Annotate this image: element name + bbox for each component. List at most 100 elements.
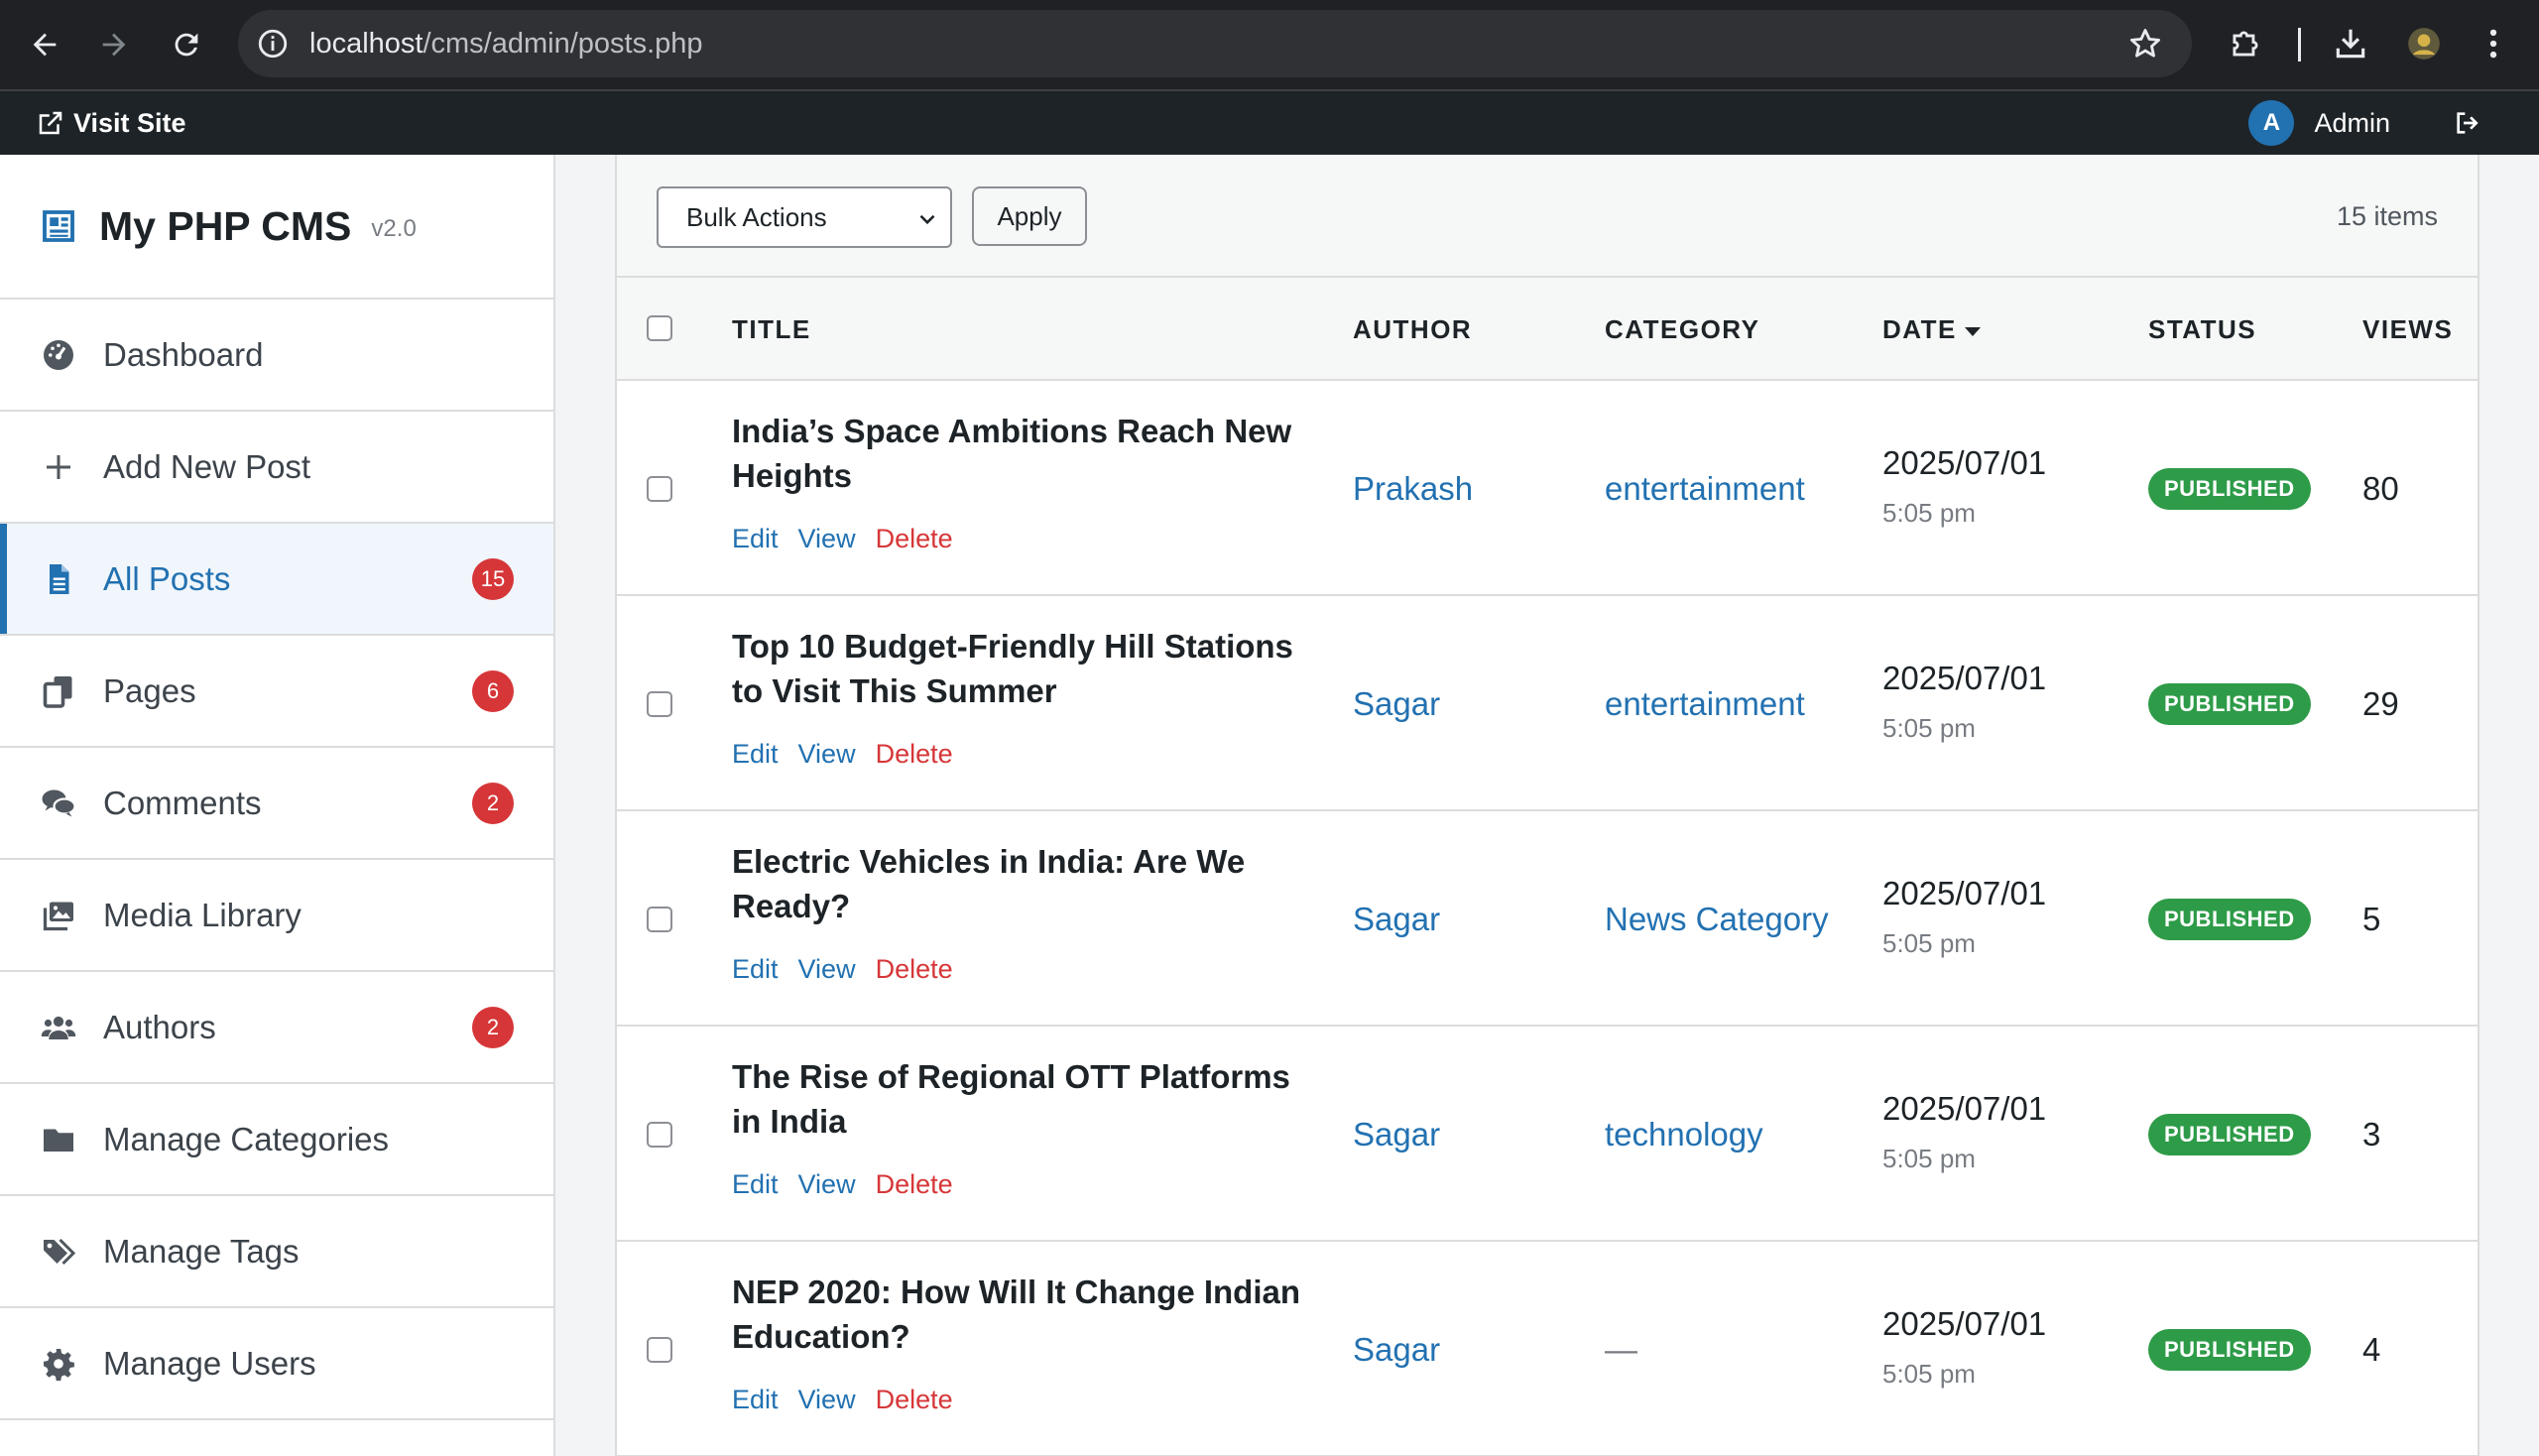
avatar: A [2248, 100, 2295, 146]
category-link[interactable]: technology [1605, 1027, 1833, 1242]
admin-user-name: Admin [2314, 107, 2390, 138]
sidebar-item-label: Pages [103, 671, 196, 709]
back-button[interactable] [22, 22, 67, 67]
author-link[interactable]: Prakash [1353, 381, 1473, 596]
back-arrow-icon [33, 33, 57, 57]
edit-link[interactable]: Edit [732, 954, 779, 985]
author-link[interactable]: Sagar [1353, 596, 1440, 811]
download-icon [2336, 29, 2365, 59]
delete-link[interactable]: Delete [876, 1169, 953, 1200]
row-checkbox[interactable] [647, 691, 672, 717]
post-title-link[interactable]: NEP 2020: How Will It Change Indian Educ… [732, 1270, 1327, 1359]
category-link[interactable]: entertainment [1605, 381, 1833, 596]
toolbar-divider [2298, 28, 2301, 61]
chevron-down-icon [919, 214, 935, 225]
sidebar-item-manage-tags[interactable]: Manage Tags [0, 1196, 553, 1308]
row-checkbox[interactable] [647, 907, 672, 932]
sidebar-item-dashboard[interactable]: Dashboard [0, 300, 553, 412]
dashboard-icon [40, 336, 77, 374]
row-actions: Edit View Delete [732, 524, 953, 554]
browser-menu-button[interactable] [2470, 20, 2517, 67]
edit-link[interactable]: Edit [732, 524, 779, 554]
apply-button[interactable]: Apply [972, 186, 1087, 246]
post-time: 5:05 pm [1882, 1144, 1976, 1173]
document-icon [40, 560, 77, 598]
profile-button[interactable] [2400, 20, 2448, 67]
sidebar-item-all-posts[interactable]: All Posts 15 [0, 524, 553, 636]
post-title-link[interactable]: Top 10 Budget-Friendly Hill Stations to … [732, 624, 1327, 713]
column-status[interactable]: STATUS [2148, 278, 2256, 381]
row-actions: Edit View Delete [732, 1385, 953, 1415]
sidebar-item-label: Manage Users [103, 1344, 316, 1382]
column-views[interactable]: VIEWS [2362, 278, 2453, 381]
table-row: NEP 2020: How Will It Change Indian Educ… [617, 1242, 2478, 1456]
delete-link[interactable]: Delete [876, 524, 953, 554]
sidebar-item-add-new-post[interactable]: Add New Post [0, 412, 553, 524]
author-link[interactable]: Sagar [1353, 1242, 1440, 1456]
post-date: 2025/07/01 [1882, 444, 2047, 481]
views-count: 29 [2362, 684, 2399, 722]
forward-arrow-icon [102, 33, 126, 57]
column-title[interactable]: TITLE [732, 278, 811, 381]
status-badge: PUBLISHED [2148, 1329, 2311, 1371]
gear-icon [40, 1345, 77, 1383]
select-all-checkbox[interactable] [647, 315, 672, 341]
post-title-link[interactable]: The Rise of Regional OTT Platforms in In… [732, 1054, 1327, 1144]
delete-link[interactable]: Delete [876, 1385, 953, 1415]
view-link[interactable]: View [798, 524, 856, 554]
category-link[interactable]: News Category [1605, 811, 1833, 1027]
row-actions: Edit View Delete [732, 954, 953, 985]
brand[interactable]: My PHP CMS v2.0 [0, 155, 553, 300]
sidebar-item-pages[interactable]: Pages 6 [0, 636, 553, 748]
delete-link[interactable]: Delete [876, 954, 953, 985]
downloads-button[interactable] [2327, 20, 2374, 67]
forward-button[interactable] [91, 22, 137, 67]
view-link[interactable]: View [798, 954, 856, 985]
main-content: Bulk Actions Apply 15 items TITLE AUTHOR… [615, 155, 2479, 1456]
post-date: 2025/07/01 [1882, 660, 2047, 696]
post-date: 2025/07/01 [1882, 1305, 2047, 1342]
post-title-link[interactable]: India’s Space Ambitions Reach New Height… [732, 409, 1327, 498]
category-link[interactable]: entertainment [1605, 596, 1833, 811]
edit-link[interactable]: Edit [732, 1385, 779, 1415]
admin-user-menu[interactable]: A Admin [2248, 91, 2483, 155]
row-checkbox[interactable] [647, 476, 672, 502]
sidebar-item-comments[interactable]: Comments 2 [0, 748, 553, 860]
logout-icon[interactable] [2452, 107, 2483, 139]
column-category[interactable]: CATEGORY [1605, 278, 1759, 381]
sidebar-item-label: Comments [103, 784, 262, 821]
sidebar-item-label: Authors [103, 1008, 216, 1045]
sidebar-item-manage-users[interactable]: Manage Users [0, 1308, 553, 1420]
brand-version: v2.0 [371, 215, 417, 242]
bulk-actions-value: Bulk Actions [686, 201, 827, 232]
edit-link[interactable]: Edit [732, 1169, 779, 1200]
author-link[interactable]: Sagar [1353, 811, 1440, 1027]
address-bar[interactable]: localhost/cms/admin/posts.php [238, 10, 2192, 77]
bookmark-star-icon[interactable] [2126, 25, 2164, 62]
delete-link[interactable]: Delete [876, 739, 953, 770]
row-checkbox[interactable] [647, 1122, 672, 1148]
site-info-icon[interactable] [256, 27, 290, 61]
view-link[interactable]: View [798, 1385, 856, 1415]
sidebar-item-authors[interactable]: Authors 2 [0, 972, 553, 1084]
post-title-link[interactable]: Electric Vehicles in India: Are We Ready… [732, 839, 1327, 928]
visit-site-link[interactable]: Visit Site [36, 91, 186, 155]
reload-button[interactable] [164, 22, 209, 67]
row-actions: Edit View Delete [732, 739, 953, 770]
views-count: 5 [2362, 900, 2381, 937]
row-checkbox[interactable] [647, 1337, 672, 1363]
sidebar-item-media-library[interactable]: Media Library [0, 860, 553, 972]
edit-link[interactable]: Edit [732, 739, 779, 770]
pages-icon [40, 672, 77, 710]
author-link[interactable]: Sagar [1353, 1027, 1440, 1242]
profile-avatar-icon [2408, 28, 2440, 60]
sidebar-item-manage-categories[interactable]: Manage Categories [0, 1084, 553, 1196]
column-date[interactable]: DATE [1882, 278, 1981, 381]
column-author[interactable]: AUTHOR [1353, 278, 1472, 381]
row-actions: Edit View Delete [732, 1169, 953, 1200]
table-header: TITLE AUTHOR CATEGORY DATE STATUS VIEWS [617, 278, 2478, 381]
bulk-actions-select[interactable]: Bulk Actions [657, 186, 952, 248]
extensions-button[interactable] [2222, 20, 2269, 67]
view-link[interactable]: View [798, 739, 856, 770]
view-link[interactable]: View [798, 1169, 856, 1200]
